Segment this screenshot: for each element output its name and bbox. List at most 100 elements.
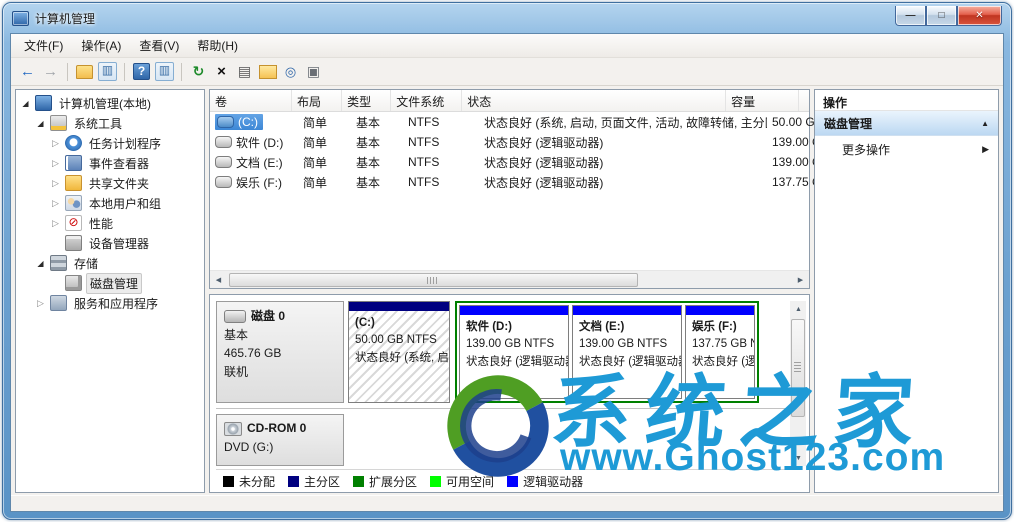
tree-item-performance[interactable]: ▷ 性能 <box>16 213 204 233</box>
tree-item-computer-management[interactable]: ◢ 计算机管理(本地) <box>16 93 204 113</box>
tree-item-disk-management[interactable]: 磁盘管理 <box>16 273 204 293</box>
partition-status: 状态良好 (逻辑驱动器) <box>692 354 748 371</box>
volume-filesystem: NTFS <box>403 115 479 129</box>
column-header-filesystem[interactable]: 文件系统 <box>391 90 462 111</box>
tree-item-device-manager[interactable]: 设备管理器 <box>16 233 204 253</box>
disk-type: 基本 <box>224 326 336 345</box>
volume-status: 状态良好 (逻辑驱动器) <box>479 154 767 171</box>
disk-graphical-body: 磁盘 0 基本 465.76 GB 联机 (C:) 5 <box>210 295 809 492</box>
properties-icon[interactable]: ▤ <box>235 62 254 81</box>
refresh-icon[interactable]: ↻ <box>189 62 208 81</box>
disk0-info[interactable]: 磁盘 0 基本 465.76 GB 联机 <box>216 301 344 403</box>
close-button[interactable]: ✕ <box>957 6 1002 26</box>
back-icon[interactable]: ← <box>18 62 37 81</box>
expand-arrow-icon[interactable]: ▷ <box>50 158 61 169</box>
scrollbar-track[interactable] <box>227 272 792 288</box>
collapse-arrow-icon[interactable]: ▲ <box>981 119 989 128</box>
cdrom-name: CD-ROM 0 <box>247 419 306 438</box>
scroll-down-icon[interactable]: ▼ <box>790 450 807 466</box>
computer-icon <box>35 95 52 111</box>
client-area: 文件(F) 操作(A) 查看(V) 帮助(H) ← → ▥ ? ▥ ↻ × ▤ … <box>10 33 1004 512</box>
shared-folders-icon <box>65 175 82 191</box>
forward-icon[interactable]: → <box>41 62 60 81</box>
open-icon[interactable] <box>258 62 277 81</box>
legend-swatch-unallocated <box>223 476 234 487</box>
menu-view[interactable]: 查看(V) <box>130 34 188 57</box>
tree-item-shared-folders[interactable]: ▷ 共享文件夹 <box>16 173 204 193</box>
maximize-button[interactable]: □ <box>926 6 957 26</box>
settings-icon[interactable]: ▣ <box>304 62 323 81</box>
table-row[interactable]: (C:) 简单 基本 NTFS 状态良好 (系统, 启动, 页面文件, 活动, … <box>210 112 809 132</box>
tree-item-event-viewer[interactable]: ▷ 事件查看器 <box>16 153 204 173</box>
volume-layout: 简单 <box>298 134 351 151</box>
table-row[interactable]: 软件 (D:) 简单 基本 NTFS 状态良好 (逻辑驱动器) 139.00 G… <box>210 132 809 152</box>
expand-arrow-icon[interactable]: ◢ <box>20 99 31 108</box>
partition-d[interactable]: 软件 (D:) 139.00 GB NTFS 状态良好 (逻辑驱动器) <box>459 305 569 399</box>
expand-arrow-icon[interactable]: ▷ <box>50 178 61 189</box>
expand-arrow-icon[interactable]: ◢ <box>35 259 46 268</box>
menu-bar: 文件(F) 操作(A) 查看(V) 帮助(H) <box>11 34 1003 58</box>
partition-c[interactable]: (C:) 50.00 GB NTFS 状态良好 (系统, 启动, 页面文件, 活… <box>348 301 450 403</box>
column-header-capacity[interactable]: 容量 <box>726 90 799 111</box>
expand-arrow-icon[interactable]: ◢ <box>35 119 46 128</box>
volume-filesystem: NTFS <box>403 135 479 149</box>
horizontal-scrollbar[interactable]: ◀ ▶ <box>210 270 809 288</box>
scroll-left-icon[interactable]: ◀ <box>210 272 227 288</box>
menu-action[interactable]: 操作(A) <box>72 34 130 57</box>
show-action-pane-icon[interactable]: ▥ <box>155 62 174 81</box>
expand-arrow-icon[interactable]: ▷ <box>50 138 61 149</box>
delete-icon[interactable]: × <box>212 62 231 81</box>
event-viewer-icon <box>65 155 82 171</box>
help-icon[interactable]: ? <box>132 62 151 81</box>
center-pane: 卷 布局 类型 文件系统 状态 容量 (C:) 简单 基本 NTFS 状态良好 … <box>209 89 810 493</box>
cdrom-info[interactable]: CD-ROM 0 DVD (G:) <box>216 414 344 466</box>
tree-item-task-scheduler[interactable]: ▷ 任务计划程序 <box>16 133 204 153</box>
partition-e[interactable]: 文档 (E:) 139.00 GB NTFS 状态良好 (逻辑驱动器) <box>572 305 682 399</box>
table-row[interactable]: 文档 (E:) 简单 基本 NTFS 状态良好 (逻辑驱动器) 139.00 G… <box>210 152 809 172</box>
disk0-row: 磁盘 0 基本 465.76 GB 联机 (C:) 5 <box>216 301 787 403</box>
column-header-volume[interactable]: 卷 <box>210 90 292 111</box>
volume-icon <box>215 176 232 188</box>
volume-type: 基本 <box>351 114 403 131</box>
tree-item-label: 任务计划程序 <box>86 134 164 153</box>
scrollbar-thumb[interactable] <box>229 273 638 287</box>
tree-item-storage[interactable]: ◢ 存储 <box>16 253 204 273</box>
tree-item-label: 本地用户和组 <box>86 194 164 213</box>
vertical-scrollbar[interactable]: ▲ ▼ <box>790 301 806 466</box>
scroll-up-icon[interactable]: ▲ <box>790 301 807 317</box>
expand-arrow-icon[interactable]: ▷ <box>50 198 61 209</box>
disk-status: 联机 <box>224 363 336 382</box>
legend-label: 可用空间 <box>446 473 494 490</box>
volume-list-header: 卷 布局 类型 文件系统 状态 容量 <box>210 90 809 112</box>
partition-f[interactable]: 娱乐 (F:) 137.75 GB NTFS 状态良好 (逻辑驱动器) <box>685 305 755 399</box>
column-header-partial[interactable] <box>799 90 809 111</box>
tree-item-label: 存储 <box>71 254 101 273</box>
tree-item-system-tools[interactable]: ◢ 系统工具 <box>16 113 204 133</box>
show-console-tree-icon[interactable]: ▥ <box>98 62 117 81</box>
partition-label: 娱乐 (F:) <box>692 319 748 336</box>
more-actions-label: 更多操作 <box>842 141 890 158</box>
expand-arrow-icon[interactable]: ▷ <box>35 298 46 309</box>
scroll-right-icon[interactable]: ▶ <box>792 272 809 288</box>
column-header-layout[interactable]: 布局 <box>292 90 342 111</box>
system-tools-icon <box>50 115 67 131</box>
menu-help[interactable]: 帮助(H) <box>188 34 247 57</box>
minimize-button[interactable]: — <box>895 6 926 26</box>
column-header-type[interactable]: 类型 <box>342 90 391 111</box>
more-actions-item[interactable]: 更多操作 ▶ <box>815 136 998 163</box>
expand-arrow-icon[interactable]: ▷ <box>50 218 61 229</box>
status-bar <box>11 495 1003 511</box>
menu-file[interactable]: 文件(F) <box>15 34 72 57</box>
table-row[interactable]: 娱乐 (F:) 简单 基本 NTFS 状态良好 (逻辑驱动器) 137.75 G… <box>210 172 809 192</box>
find-icon[interactable]: ◎ <box>281 62 300 81</box>
scrollbar-track[interactable] <box>790 317 806 450</box>
scrollbar-thumb[interactable] <box>791 319 805 417</box>
tree-item-services-applications[interactable]: ▷ 服务和应用程序 <box>16 293 204 313</box>
column-header-status[interactable]: 状态 <box>462 90 726 111</box>
tree-item-label: 计算机管理(本地) <box>56 94 154 113</box>
actions-section-disk-management[interactable]: 磁盘管理 ▲ <box>815 111 998 136</box>
selected-volume-cell[interactable]: (C:) <box>215 114 263 130</box>
title-bar[interactable]: 计算机管理 — □ ✕ <box>12 6 1002 31</box>
tree-item-local-users-groups[interactable]: ▷ 本地用户和组 <box>16 193 204 213</box>
navigate-up-icon[interactable] <box>75 62 94 81</box>
